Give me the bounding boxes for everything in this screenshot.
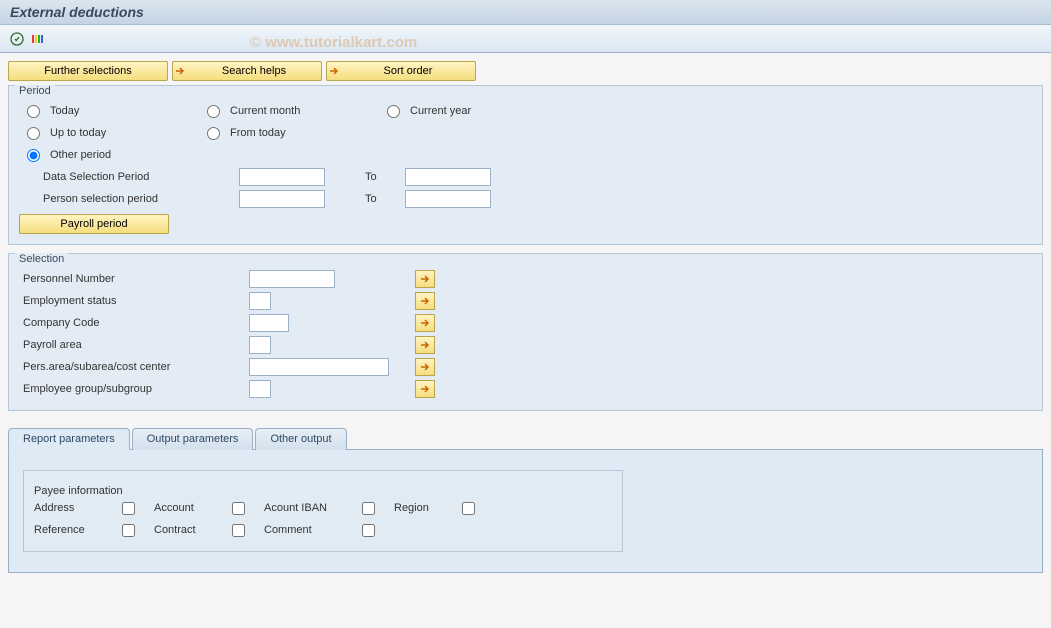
selection-group: Selection Personnel Number Employment st… — [8, 253, 1043, 411]
contract-label: Contract — [154, 524, 196, 536]
personnel-number-label: Personnel Number — [19, 273, 249, 285]
search-helps-button[interactable]: Search helps — [172, 61, 322, 81]
employment-status-multiselect-button[interactable] — [415, 292, 435, 310]
tab-output-parameters[interactable]: Output parameters — [132, 428, 254, 450]
company-code-label: Company Code — [19, 317, 249, 329]
up-to-today-radio[interactable] — [27, 127, 40, 140]
title-bar: External deductions — [0, 0, 1051, 25]
person-selection-to-input[interactable] — [405, 190, 491, 208]
pers-area-label: Pers.area/subarea/cost center — [19, 361, 249, 373]
contract-checkbox[interactable] — [232, 524, 245, 537]
tab-strip: Report parameters Output parameters Othe… — [8, 427, 1043, 449]
selection-legend: Selection — [15, 253, 68, 265]
employment-status-label: Employment status — [19, 295, 249, 307]
period-group: Period Today Current month Current year … — [8, 85, 1043, 245]
content-area: Further selections Search helps Sort ord… — [0, 53, 1051, 581]
page-title: External deductions — [10, 4, 144, 20]
iban-checkbox[interactable] — [362, 502, 375, 515]
account-checkbox[interactable] — [232, 502, 245, 515]
variant-icon[interactable] — [30, 30, 48, 48]
employment-status-input[interactable] — [249, 292, 271, 310]
employee-group-label: Employee group/subgroup — [19, 383, 249, 395]
tab-report-parameters[interactable]: Report parameters — [8, 428, 130, 450]
person-selection-from-input[interactable] — [239, 190, 325, 208]
region-checkbox[interactable] — [462, 502, 475, 515]
tab-other-output[interactable]: Other output — [255, 428, 346, 450]
pers-area-input[interactable] — [249, 358, 389, 376]
comment-label: Comment — [264, 524, 312, 536]
payroll-area-label: Payroll area — [19, 339, 249, 351]
employee-group-multiselect-button[interactable] — [415, 380, 435, 398]
period-legend: Period — [15, 85, 55, 97]
further-selections-button[interactable]: Further selections — [8, 61, 168, 81]
selection-buttons: Further selections Search helps Sort ord… — [8, 61, 1043, 81]
execute-icon[interactable] — [8, 30, 26, 48]
data-selection-label: Data Selection Period — [39, 171, 239, 183]
app-toolbar — [0, 25, 1051, 53]
payroll-area-input[interactable] — [249, 336, 271, 354]
sort-order-button[interactable]: Sort order — [326, 61, 476, 81]
reference-checkbox[interactable] — [122, 524, 135, 537]
iban-label: Acount IBAN — [264, 502, 327, 514]
data-selection-to-input[interactable] — [405, 168, 491, 186]
to-label: To — [365, 193, 405, 205]
employee-group-input[interactable] — [249, 380, 271, 398]
to-label: To — [365, 171, 405, 183]
current-year-radio[interactable] — [387, 105, 400, 118]
reference-label: Reference — [34, 524, 85, 536]
arrow-right-icon — [173, 64, 187, 78]
personnel-number-multiselect-button[interactable] — [415, 270, 435, 288]
address-label: Address — [34, 502, 74, 514]
tab-pane: Payee information Address Account Acount… — [8, 449, 1043, 573]
payroll-area-multiselect-button[interactable] — [415, 336, 435, 354]
from-today-radio[interactable] — [207, 127, 220, 140]
today-radio[interactable] — [27, 105, 40, 118]
address-checkbox[interactable] — [122, 502, 135, 515]
personnel-number-input[interactable] — [249, 270, 335, 288]
company-code-multiselect-button[interactable] — [415, 314, 435, 332]
payee-info-group: Payee information Address Account Acount… — [23, 470, 623, 552]
pers-area-multiselect-button[interactable] — [415, 358, 435, 376]
other-period-radio[interactable] — [27, 149, 40, 162]
person-selection-label: Person selection period — [39, 193, 239, 205]
current-month-radio[interactable] — [207, 105, 220, 118]
comment-checkbox[interactable] — [362, 524, 375, 537]
region-label: Region — [394, 502, 429, 514]
payee-info-legend: Payee information — [34, 485, 123, 497]
payroll-period-button[interactable]: Payroll period — [19, 214, 169, 234]
company-code-input[interactable] — [249, 314, 289, 332]
arrow-right-icon — [327, 64, 341, 78]
data-selection-from-input[interactable] — [239, 168, 325, 186]
account-label: Account — [154, 502, 194, 514]
